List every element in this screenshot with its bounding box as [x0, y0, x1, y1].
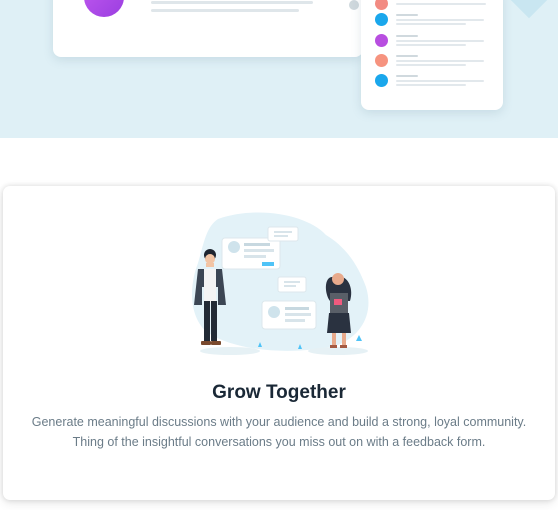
status-dot — [375, 34, 388, 47]
preview-card — [53, 0, 363, 57]
placeholder-line — [151, 1, 313, 4]
decorative-shape — [507, 0, 551, 19]
feature-title: Grow Together — [212, 382, 346, 403]
feature-card: Grow Together Generate meaningful discus… — [3, 186, 555, 500]
status-dot — [375, 54, 388, 67]
placeholder-line — [151, 9, 299, 12]
status-dot — [375, 0, 388, 10]
hero-section — [0, 0, 558, 138]
preview-list-card — [361, 0, 503, 110]
community-illustration — [192, 212, 369, 355]
status-dot — [375, 13, 388, 26]
status-dot — [375, 74, 388, 87]
status-dot — [349, 0, 359, 10]
plant-sprout-icon — [356, 335, 362, 341]
feature-description: Generate meaningful discussions with you… — [31, 415, 527, 449]
avatar — [84, 0, 124, 17]
